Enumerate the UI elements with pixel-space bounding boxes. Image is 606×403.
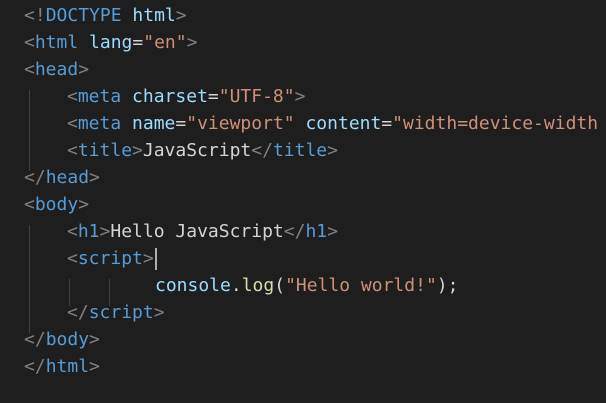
punct: < (24, 32, 35, 53)
tag-name: title (77, 140, 133, 161)
equals: = (132, 32, 144, 53)
attribute-value: "en" (143, 32, 187, 53)
element-text: JavaScript (142, 140, 252, 161)
tag-name: meta (77, 113, 122, 134)
attribute-name: charset (132, 86, 208, 107)
tag-name: body (34, 194, 79, 215)
punct: < (67, 248, 78, 269)
punct: > (327, 221, 338, 242)
punct: < (67, 140, 78, 161)
code-line-4[interactable]: <meta charset="UTF-8"> (67, 83, 305, 110)
element-text: Hello JavaScript (110, 221, 284, 242)
tag-name: h1 (305, 221, 328, 242)
js-object: console (155, 275, 231, 296)
punct: > (89, 356, 100, 377)
text-cursor (154, 248, 157, 270)
tag-name: title (272, 140, 328, 161)
punct: <! (24, 5, 46, 26)
code-line-1[interactable]: <!DOCTYPE html> (24, 2, 187, 29)
code-line-12[interactable]: </script> (67, 299, 165, 326)
punct: </ (67, 302, 89, 323)
punct: > (78, 194, 90, 215)
code-line-13[interactable]: </body> (24, 326, 100, 353)
tag-name: script (77, 248, 143, 269)
doctype-keyword: DOCTYPE (45, 5, 122, 26)
punct: > (294, 86, 306, 107)
tag-name: head (45, 167, 90, 188)
equals: = (207, 86, 219, 107)
punct: > (186, 32, 198, 53)
punct: > (89, 329, 100, 350)
punct: > (142, 248, 154, 269)
paren-open: ( (274, 275, 286, 296)
attribute-name: lang (89, 32, 133, 53)
punct: </ (24, 167, 46, 188)
code-line-5[interactable]: <meta name="viewport" content="width=dev… (67, 110, 598, 137)
punct: </ (24, 329, 46, 350)
punct: > (89, 167, 100, 188)
punct: </ (24, 356, 46, 377)
code-editor[interactable]: <!DOCTYPE html> <html lang="en"> <head> … (0, 0, 606, 403)
attribute-name: content (305, 113, 382, 134)
punct: < (67, 86, 78, 107)
attribute-value: "viewport" (186, 113, 295, 134)
tag-name: body (45, 329, 90, 350)
punct: > (327, 140, 338, 161)
tag-name: html (45, 356, 90, 377)
code-line-7[interactable]: </head> (24, 164, 100, 191)
equals: = (175, 113, 187, 134)
code-line-9[interactable]: <h1>Hello JavaScript</h1> (67, 218, 338, 245)
tag-name: script (88, 302, 154, 323)
punct: < (67, 221, 78, 242)
js-function: log (241, 275, 275, 296)
doctype-name: html (132, 5, 176, 26)
attribute-value: "UTF-8" (218, 86, 295, 107)
equals: = (381, 113, 393, 134)
indent-guide (29, 225, 30, 333)
attribute-value: "width=device-width (392, 113, 599, 134)
code-line-2[interactable]: <html lang="en"> (24, 29, 197, 56)
punct: < (24, 194, 35, 215)
punct: > (153, 302, 165, 323)
code-line-14[interactable]: </html> (24, 353, 100, 380)
code-line-10[interactable]: <script> (67, 245, 157, 272)
indent-guide (29, 90, 30, 171)
punct: < (24, 59, 35, 80)
punct: > (99, 221, 111, 242)
tag-name: h1 (77, 221, 100, 242)
paren-close: ); (436, 275, 459, 296)
code-line-3[interactable]: <head> (24, 56, 89, 83)
code-line-6[interactable]: <title>JavaScript</title> (67, 137, 338, 164)
js-string: "Hello world!" (285, 275, 437, 296)
tag-name: meta (77, 86, 122, 107)
punct: </ (283, 221, 306, 242)
code-line-8[interactable]: <body> (24, 191, 89, 218)
punct: > (78, 59, 90, 80)
tag-name: head (34, 59, 79, 80)
punct: < (67, 113, 78, 134)
punct: </ (251, 140, 273, 161)
attribute-name: name (132, 113, 176, 134)
tag-name: html (34, 32, 79, 53)
dot: . (230, 275, 242, 296)
punct: > (132, 140, 143, 161)
punct: > (175, 5, 187, 26)
code-line-11[interactable]: console.log("Hello world!"); (155, 272, 458, 299)
